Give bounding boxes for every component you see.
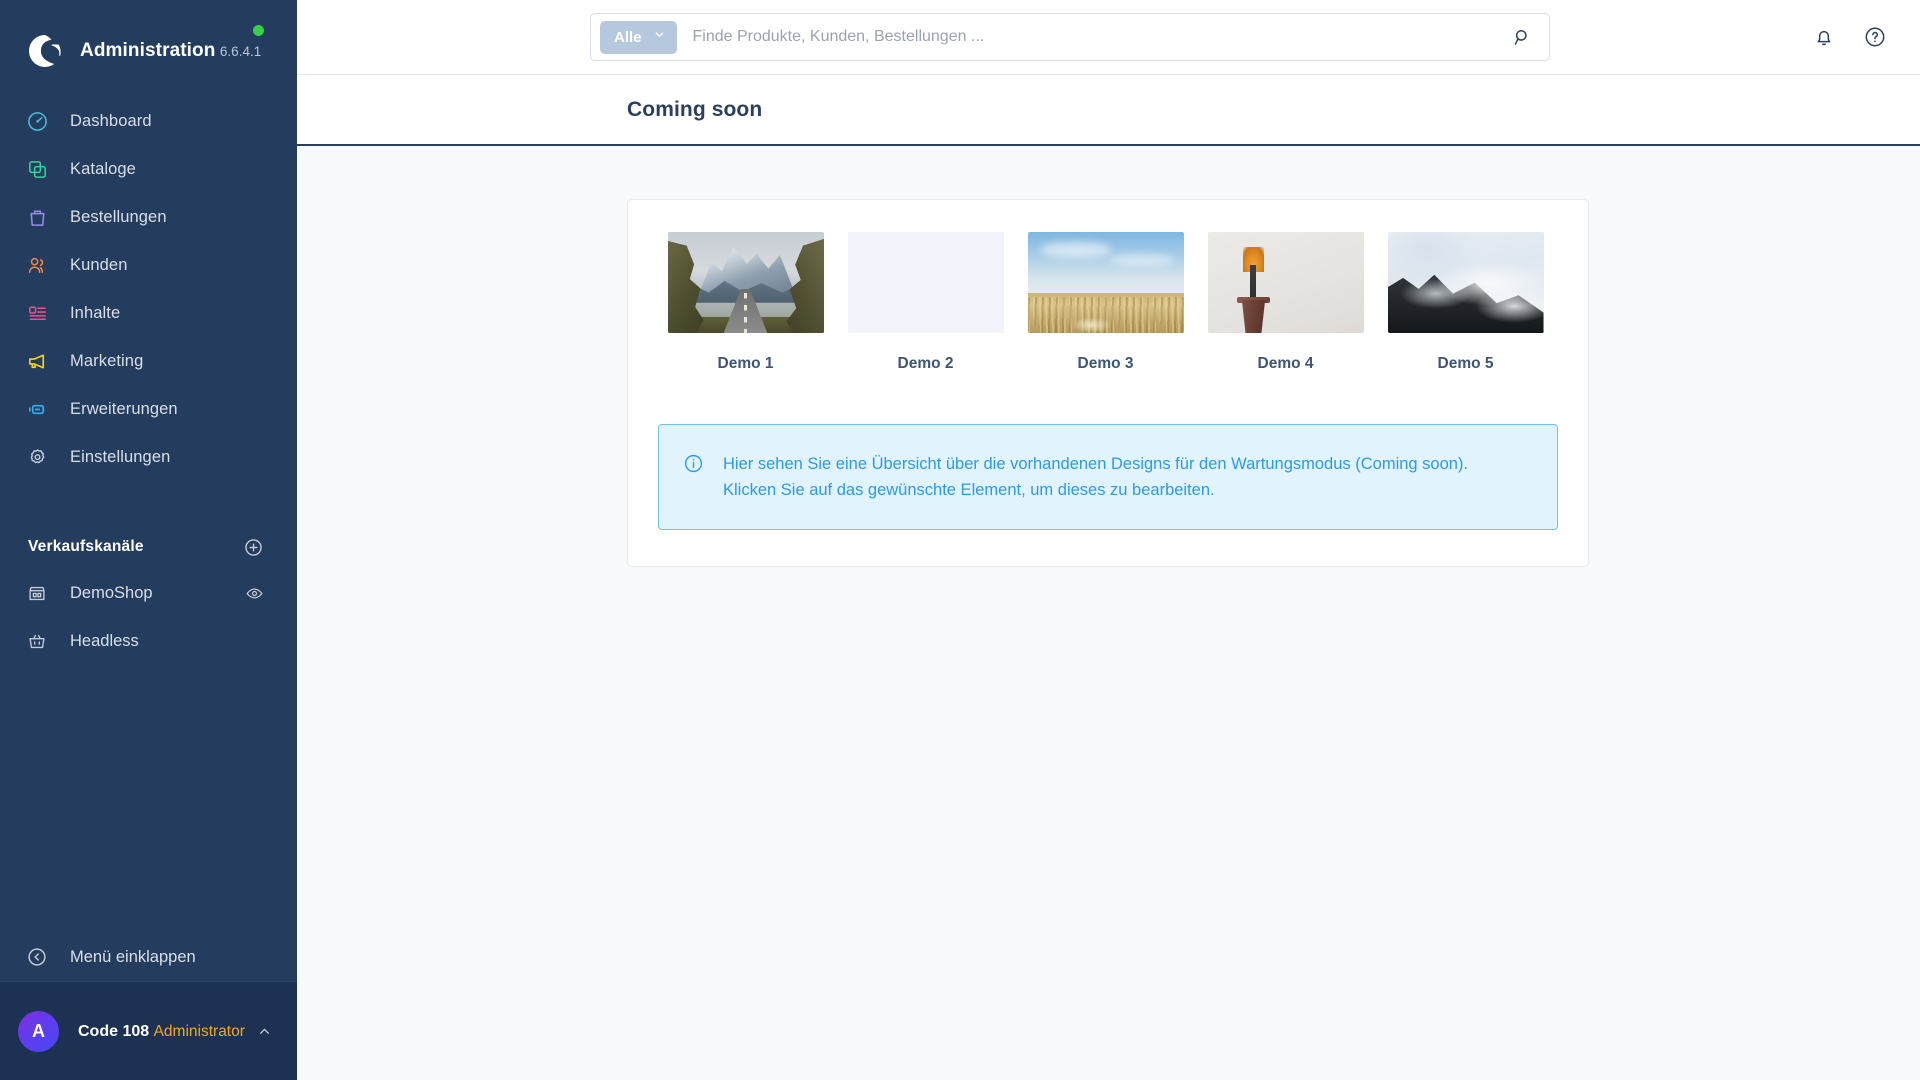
sidebar-item-label: Bestellungen: [70, 207, 167, 226]
sidebar: Administration 6.6.4.1 Dashboard Katalog…: [0, 0, 297, 1080]
dashboard-gauge-icon: [24, 108, 50, 134]
collapse-menu-button[interactable]: Menü einklappen: [0, 933, 297, 981]
designs-grid: Demo 1 Demo 2 Demo 3 Demo 4 Demo 5: [658, 232, 1558, 373]
empty-placeholder-scene: [847, 232, 1004, 333]
design-label: Demo 3: [1077, 355, 1134, 372]
sidebar-item-inhalte[interactable]: Inhalte: [0, 289, 297, 337]
search-scope-dropdown[interactable]: Alle: [600, 20, 677, 54]
plus-circle-icon[interactable]: [243, 537, 264, 558]
content-area: Demo 1 Demo 2 Demo 3 Demo 4 Demo 5 Hier …: [297, 146, 1920, 1080]
design-item-demo-2[interactable]: Demo 2: [838, 232, 1013, 373]
sales-channels-section-header: Verkaufskanäle: [0, 525, 297, 569]
potted-plant-scene: [1207, 232, 1364, 333]
main-area: Alle Finde Produkte, Kunden, Bestellunge…: [297, 0, 1920, 1080]
search-icon[interactable]: [1508, 23, 1537, 52]
sidebar-item-kunden[interactable]: Kunden: [0, 241, 297, 289]
brand-version: 6.6.4.1: [219, 44, 262, 59]
sidebar-item-marketing[interactable]: Marketing: [0, 337, 297, 385]
sidebar-item-erweiterungen[interactable]: Erweiterungen: [0, 385, 297, 433]
sales-channels-title: Verkaufskanäle: [28, 538, 144, 555]
user-account-bar[interactable]: A Code 108 Administrator: [0, 981, 297, 1080]
info-alert: Hier sehen Sie eine Übersicht über die v…: [658, 424, 1558, 530]
sidebar-brand[interactable]: Administration 6.6.4.1: [0, 0, 297, 80]
marketing-megaphone-icon: [24, 348, 50, 374]
sidebar-item-label: Einstellungen: [70, 447, 171, 466]
alert-line-2: Klicken Sie auf das gewünschte Element, …: [723, 481, 1215, 499]
search-scope-label: Alle: [614, 28, 642, 46]
topbar-actions: [1812, 25, 1887, 49]
sidebar-item-dashboard[interactable]: Dashboard: [0, 97, 297, 145]
sidebar-item-einstellungen[interactable]: Einstellungen: [0, 433, 297, 481]
sidebar-item-label: Marketing: [70, 351, 144, 370]
user-name: Code 108: [78, 1022, 150, 1040]
settings-gear-icon: [24, 444, 50, 470]
design-thumbnail[interactable]: [847, 232, 1004, 333]
design-thumbnail[interactable]: [1027, 232, 1184, 333]
eye-icon[interactable]: [245, 584, 264, 603]
content-pages-icon: [24, 300, 50, 326]
customers-users-icon: [24, 252, 50, 278]
global-search[interactable]: Alle: [590, 13, 1550, 61]
sidebar-item-label: Kataloge: [70, 159, 136, 178]
foggy-mountain-scene: [1387, 232, 1544, 333]
design-thumbnail[interactable]: [1387, 232, 1544, 333]
design-label: Demo 1: [717, 355, 774, 372]
search-input[interactable]: [692, 28, 1508, 46]
chevron-up-icon[interactable]: [256, 1023, 273, 1040]
status-online-dot: [253, 25, 264, 36]
design-thumbnail[interactable]: [667, 232, 824, 333]
sidebar-item-bestellungen[interactable]: Bestellungen: [0, 193, 297, 241]
basket-icon: [24, 628, 50, 654]
chevron-down-icon: [653, 28, 666, 46]
design-label: Demo 4: [1257, 355, 1314, 372]
sidebar-item-label: Erweiterungen: [70, 399, 178, 418]
design-item-demo-3[interactable]: Demo 3: [1018, 232, 1193, 373]
sidebar-item-label: Headless: [70, 631, 139, 650]
mountain-road-scene: [667, 232, 824, 333]
design-label: Demo 2: [897, 355, 954, 372]
sidebar-item-label: DemoShop: [70, 583, 153, 602]
sidebar-item-label: Inhalte: [70, 303, 121, 322]
catalog-layers-icon: [24, 156, 50, 182]
bell-icon[interactable]: [1812, 25, 1836, 49]
topbar: Alle: [297, 0, 1920, 75]
design-item-demo-4[interactable]: Demo 4: [1198, 232, 1373, 373]
collapse-menu-label: Menü einklappen: [70, 947, 196, 966]
sidebar-item-label: Dashboard: [70, 111, 152, 130]
chevron-left-circle-icon: [24, 944, 50, 970]
user-role: Administrator: [153, 1022, 245, 1040]
page-title: Coming soon: [627, 97, 763, 121]
sidebar-item-headless[interactable]: Headless: [0, 617, 297, 665]
dune-grass-sky-scene: [1027, 232, 1184, 333]
alert-line-1: Hier sehen Sie eine Übersicht über die v…: [723, 455, 1469, 473]
design-item-demo-1[interactable]: Demo 1: [658, 232, 833, 373]
main-navigation: Dashboard Kataloge Bestellungen Kunden I…: [0, 97, 297, 481]
avatar: A: [18, 1010, 59, 1052]
brand-title: Administration: [80, 40, 216, 61]
shopware-logo-icon: [26, 32, 64, 70]
orders-bag-icon: [24, 204, 50, 230]
sidebar-item-kataloge[interactable]: Kataloge: [0, 145, 297, 193]
question-circle-icon[interactable]: [1863, 25, 1887, 49]
sidebar-item-label: Kunden: [70, 255, 128, 274]
design-item-demo-5[interactable]: Demo 5: [1378, 232, 1553, 373]
info-circle-icon: [683, 453, 705, 474]
page-header: Coming soon: [297, 75, 1920, 146]
design-label: Demo 5: [1437, 355, 1494, 372]
design-thumbnail[interactable]: [1207, 232, 1364, 333]
extensions-plug-icon: [24, 396, 50, 422]
designs-card: Demo 1 Demo 2 Demo 3 Demo 4 Demo 5 Hier …: [627, 199, 1589, 567]
sidebar-item-demoshop[interactable]: DemoShop: [0, 569, 297, 617]
storefront-icon: [24, 580, 50, 606]
